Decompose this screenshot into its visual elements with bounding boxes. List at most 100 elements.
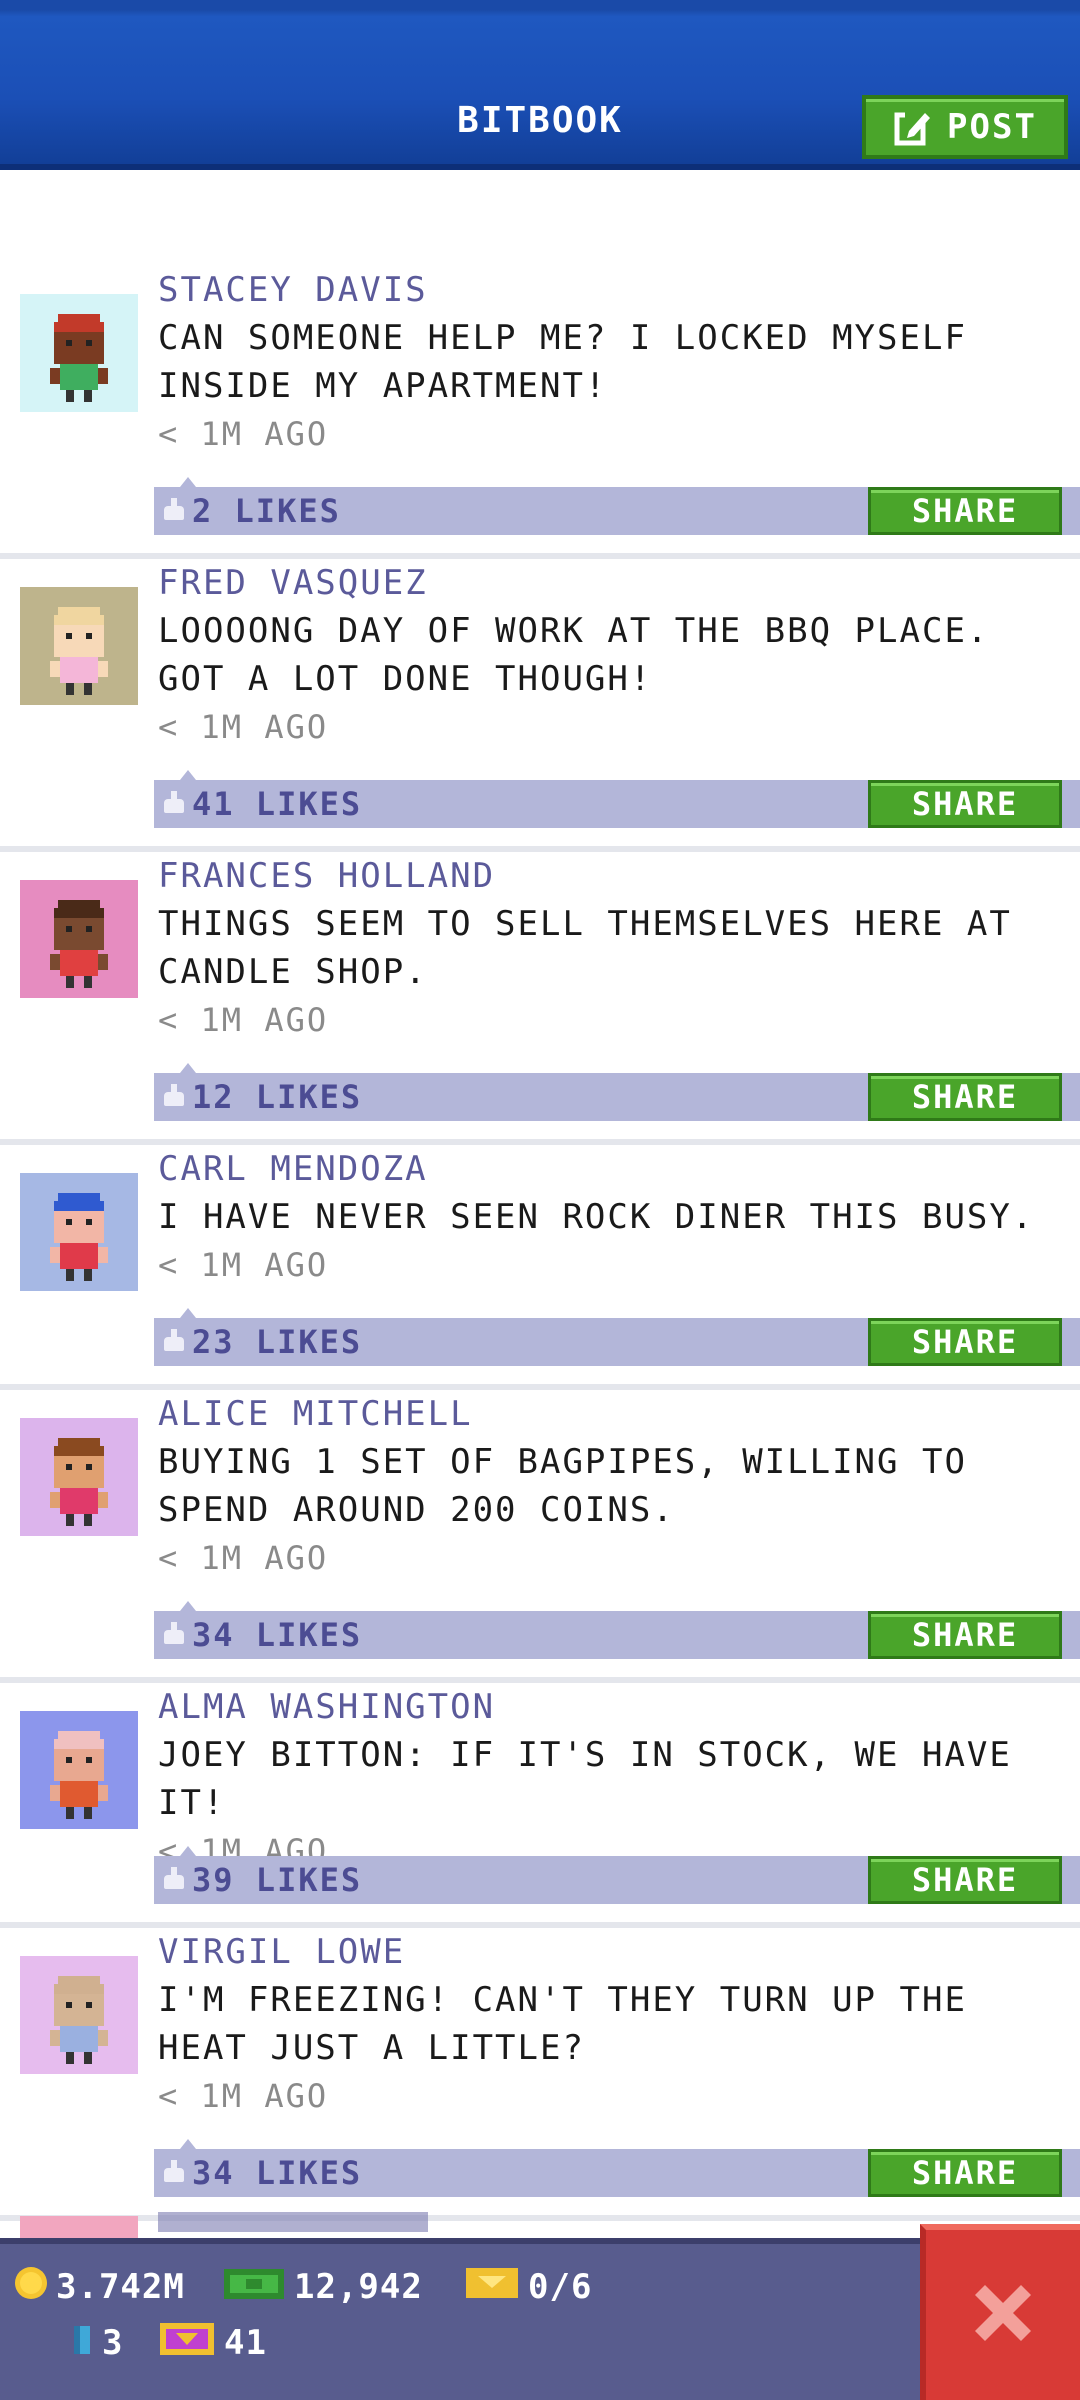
post-body: CARL MENDOZA I HAVE NEVER SEEN ROCK DINER…: [158, 1145, 1060, 1289]
post-author[interactable]: ALICE MITCHELL: [158, 1390, 1060, 1438]
feed-post: FRED VASQUEZ LOOOONG DAY OF WORK AT THE B…: [0, 559, 1080, 852]
likes-label: 34 LIKES: [192, 1616, 363, 1654]
next-post-peek: [0, 2208, 1080, 2238]
post-time: < 1M AGO: [158, 1246, 329, 1284]
keys-stat: 3: [70, 2318, 123, 2368]
bubble-tip: [180, 1308, 196, 1318]
post-time: < 1M AGO: [158, 2077, 329, 2115]
share-button[interactable]: SHARE: [868, 2149, 1062, 2197]
post-message: I HAVE NEVER SEEN ROCK DINER THIS BUSY.: [158, 1197, 1035, 1237]
post-time: < 1M AGO: [158, 1001, 329, 1039]
key-icon: [70, 2322, 94, 2365]
post-message: CAN SOMEONE HELP ME? I LOCKED MYSELF INS…: [158, 318, 967, 406]
likes-bar: 34 LIKES SHARE: [154, 2139, 1080, 2197]
avatar[interactable]: [20, 1956, 138, 2074]
likes-bar: 23 LIKES SHARE: [154, 1308, 1080, 1366]
post-message: I'M FREEZING! CAN'T THEY TURN UP THE HEA…: [158, 1980, 967, 2068]
likes-count: 2 LIKES: [154, 487, 341, 535]
bubble-tip: [180, 1601, 196, 1611]
like-icon: [164, 1084, 184, 1106]
likes-label: 39 LIKES: [192, 1861, 363, 1899]
likes-bar: 34 LIKES SHARE: [154, 1601, 1080, 1659]
bubble-tip: [180, 1846, 196, 1856]
likes-bar: 39 LIKES SHARE: [154, 1846, 1080, 1904]
likes-bar: 12 LIKES SHARE: [154, 1063, 1080, 1121]
bux-stat: 12,942: [222, 2262, 423, 2312]
post-time: < 1M AGO: [158, 1539, 329, 1577]
share-button[interactable]: SHARE: [868, 1073, 1062, 1121]
like-icon: [164, 498, 184, 520]
likes-label: 12 LIKES: [192, 1078, 363, 1116]
likes-label: 2 LIKES: [192, 492, 341, 530]
likes-count: 34 LIKES: [154, 2149, 362, 2197]
post-author[interactable]: CARL MENDOZA: [158, 1145, 1060, 1193]
likes-count: 12 LIKES: [154, 1073, 362, 1121]
likes-label: 23 LIKES: [192, 1323, 363, 1361]
feed-post: FRANCES HOLLAND THINGS SEEM TO SELL THEMS…: [0, 852, 1080, 1145]
coins-value: 3.742M: [56, 2267, 185, 2307]
close-icon: [965, 2275, 1041, 2355]
post-author[interactable]: ALMA WASHINGTON: [158, 1683, 1060, 1731]
post-button[interactable]: POST: [862, 95, 1068, 159]
likes-count: 41 LIKES: [154, 780, 362, 828]
bubble-tip: [180, 477, 196, 487]
vip-stat: 41: [158, 2318, 267, 2368]
avatar[interactable]: [20, 1173, 138, 1291]
resource-bar: 3.742M 12,942 0/6 3 41: [0, 2238, 1080, 2400]
post-message: BUYING 1 SET OF BAGPIPES, WILLING TO SPE…: [158, 1442, 967, 1530]
vip-value: 41: [224, 2323, 267, 2363]
tickets-value: 0/6: [528, 2267, 593, 2307]
likes-count: 39 LIKES: [154, 1856, 362, 1904]
post-author[interactable]: FRANCES HOLLAND: [158, 852, 1060, 900]
share-button[interactable]: SHARE: [868, 780, 1062, 828]
post-author[interactable]: VIRGIL LOWE: [158, 1928, 1060, 1976]
share-button[interactable]: SHARE: [868, 1318, 1062, 1366]
post-body: ALICE MITCHELL BUYING 1 SET OF BAGPIPES, …: [158, 1390, 1060, 1582]
keys-value: 3: [102, 2323, 124, 2363]
avatar[interactable]: [20, 294, 138, 412]
feed-post: CARL MENDOZA I HAVE NEVER SEEN ROCK DINER…: [0, 1145, 1080, 1390]
bubble-tip: [180, 1063, 196, 1073]
feed-post: ALICE MITCHELL BUYING 1 SET OF BAGPIPES, …: [0, 1390, 1080, 1683]
bux-value: 12,942: [294, 2267, 423, 2307]
tickets-stat: 0/6: [464, 2262, 592, 2312]
post-body: VIRGIL LOWE I'M FREEZING! CAN'T THEY TURN…: [158, 1928, 1060, 2120]
post-body: STACEY DAVIS CAN SOMEONE HELP ME? I LOCKE…: [158, 266, 1060, 458]
share-button[interactable]: SHARE: [868, 1611, 1062, 1659]
avatar[interactable]: [20, 587, 138, 705]
like-icon: [164, 1329, 184, 1351]
post-body: ALMA WASHINGTON JOEY BITTON: IF IT'S IN S…: [158, 1683, 1060, 1875]
close-button[interactable]: [920, 2224, 1080, 2400]
post-message: LOOOONG DAY OF WORK AT THE BBQ PLACE. GO…: [158, 611, 990, 699]
feed-post: STACEY DAVIS CAN SOMEONE HELP ME? I LOCKE…: [0, 170, 1080, 559]
avatar[interactable]: [20, 880, 138, 998]
share-button[interactable]: SHARE: [868, 1856, 1062, 1904]
likes-label: 41 LIKES: [192, 785, 363, 823]
post-author: [158, 2212, 428, 2232]
coins-stat: 3.742M: [14, 2262, 185, 2312]
share-button[interactable]: SHARE: [868, 487, 1062, 535]
feed-post: VIRGIL LOWE I'M FREEZING! CAN'T THEY TURN…: [0, 1928, 1080, 2221]
post-author[interactable]: FRED VASQUEZ: [158, 559, 1060, 607]
likes-count: 34 LIKES: [154, 1611, 362, 1659]
post-body: FRANCES HOLLAND THINGS SEEM TO SELL THEMS…: [158, 852, 1060, 1044]
ticket-icon: [464, 2266, 520, 2309]
like-icon: [164, 791, 184, 813]
like-icon: [164, 1622, 184, 1644]
app-header: BITBOOK POST: [0, 0, 1080, 170]
bux-icon: [222, 2265, 286, 2310]
like-icon: [164, 2160, 184, 2182]
post-body: FRED VASQUEZ LOOOONG DAY OF WORK AT THE B…: [158, 559, 1060, 751]
post-label: POST: [947, 107, 1037, 147]
post-time: < 1M AGO: [158, 415, 329, 453]
avatar[interactable]: [20, 1418, 138, 1536]
edit-icon: [893, 107, 933, 147]
feed-post: ALMA WASHINGTON JOEY BITTON: IF IT'S IN S…: [0, 1683, 1080, 1928]
coin-icon: [14, 2266, 48, 2309]
avatar[interactable]: [20, 1711, 138, 1829]
avatar: [20, 2216, 138, 2238]
bubble-tip: [180, 2139, 196, 2149]
bubble-tip: [180, 770, 196, 780]
likes-bar: 2 LIKES SHARE: [154, 477, 1080, 535]
post-author[interactable]: STACEY DAVIS: [158, 266, 1060, 314]
